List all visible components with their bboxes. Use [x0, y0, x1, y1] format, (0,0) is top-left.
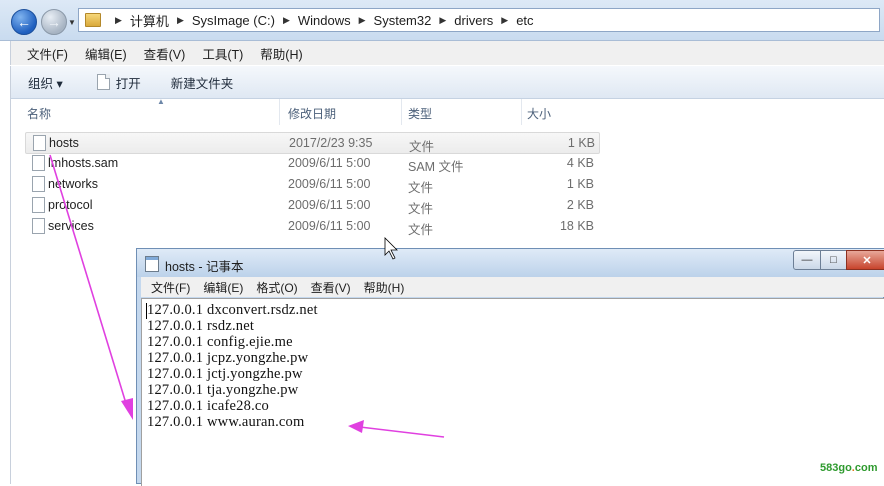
- file-name: lmhosts.sam: [48, 156, 119, 170]
- notepad-menu-help[interactable]: 帮助(H): [364, 279, 405, 296]
- minimize-icon: —: [801, 254, 813, 266]
- file-size: 4 KB: [566, 156, 594, 170]
- folder-icon: [85, 13, 101, 27]
- watermark-suffix: com: [854, 462, 878, 474]
- hosts-line: 127.0.0.1 config.ejie.me: [147, 334, 293, 350]
- menu-help[interactable]: 帮助(H): [260, 44, 302, 63]
- notepad-menu-file[interactable]: 文件(F): [151, 279, 190, 296]
- column-name[interactable]: 名称: [27, 105, 51, 122]
- hosts-line: 127.0.0.1 www.auran.com: [147, 414, 305, 430]
- address-box[interactable]: ▶ 计算机 ▶ SysImage (C:) ▶ Windows ▶ System…: [78, 8, 880, 32]
- chevron-right-icon[interactable]: ▶: [359, 15, 366, 26]
- new-folder-button[interactable]: 新建文件夹: [171, 73, 234, 92]
- text-editor-area[interactable]: 127.0.0.1 dxconvert.rsdz.net 127.0.0.1 r…: [141, 298, 884, 486]
- watermark: 583go.com: [820, 462, 877, 474]
- menu-view[interactable]: 查看(V): [144, 44, 186, 63]
- file-row-hosts[interactable]: hosts 2017/2/23 9:35 文件 1 KB: [25, 132, 600, 154]
- file-icon: [32, 176, 45, 192]
- breadcrumb-windows[interactable]: Windows: [298, 13, 351, 28]
- file-name: networks: [48, 177, 99, 191]
- breadcrumb-drive[interactable]: SysImage (C:): [192, 13, 275, 28]
- hosts-line: 127.0.0.1 icafe28.co: [147, 398, 269, 414]
- column-modified[interactable]: 修改日期: [288, 105, 336, 122]
- column-size[interactable]: 大小: [527, 105, 551, 122]
- open-button-label: 打开: [115, 76, 141, 91]
- menu-file[interactable]: 文件(F): [27, 44, 68, 63]
- chevron-right-icon[interactable]: ▶: [115, 15, 122, 26]
- file-size: 1 KB: [567, 136, 595, 150]
- file-icon: [32, 155, 45, 171]
- file-modified: 2009/6/11 5:00: [288, 198, 371, 212]
- file-row-services[interactable]: services 2009/6/11 5:00 文件 18 KB: [25, 216, 598, 237]
- file-type: 文件: [408, 223, 434, 237]
- hosts-line: 127.0.0.1 jcpz.yongzhe.pw: [147, 350, 309, 366]
- file-size: 2 KB: [566, 198, 594, 212]
- column-divider[interactable]: [279, 99, 280, 125]
- file-type: 文件: [408, 181, 434, 195]
- file-modified: 2009/6/11 5:00: [288, 219, 371, 233]
- file-icon: [32, 197, 45, 213]
- file-icon: [96, 74, 110, 90]
- forward-button[interactable]: →: [41, 9, 67, 35]
- breadcrumb-drivers[interactable]: drivers: [454, 13, 493, 28]
- menu-edit[interactable]: 编辑(E): [85, 44, 127, 63]
- watermark-prefix: 583go: [820, 462, 852, 474]
- file-name: protocol: [48, 198, 93, 212]
- minimize-button[interactable]: —: [793, 250, 821, 270]
- notepad-window: hosts - 记事本 — □ ✕ 文件(F) 编辑(E) 格式(O) 查看(V…: [136, 248, 884, 486]
- chevron-right-icon[interactable]: ▶: [439, 15, 446, 26]
- window-title: hosts - 记事本: [165, 260, 244, 274]
- chevron-right-icon[interactable]: ▶: [283, 15, 290, 26]
- notepad-titlebar[interactable]: hosts - 记事本 — □ ✕: [137, 249, 884, 277]
- breadcrumb-etc[interactable]: etc: [516, 13, 533, 28]
- column-divider[interactable]: [521, 99, 522, 125]
- organize-button[interactable]: 组织 ▾: [28, 73, 63, 92]
- file-row-protocol[interactable]: protocol 2009/6/11 5:00 文件 2 KB: [25, 195, 598, 216]
- close-button[interactable]: ✕: [846, 250, 884, 270]
- maximize-button[interactable]: □: [820, 250, 847, 270]
- file-icon: [33, 135, 46, 151]
- chevron-right-icon[interactable]: ▶: [501, 15, 508, 26]
- file-name: services: [48, 219, 94, 233]
- hosts-line: 127.0.0.1 dxconvert.rsdz.net: [147, 302, 318, 318]
- explorer-toolbar: 组织 ▾ 打开 新建文件夹: [10, 66, 884, 99]
- breadcrumb-computer[interactable]: 计算机: [130, 11, 169, 30]
- file-row-networks[interactable]: networks 2009/6/11 5:00 文件 1 KB: [25, 174, 598, 195]
- file-modified: 2009/6/11 5:00: [288, 177, 371, 191]
- chevron-right-icon[interactable]: ▶: [177, 15, 184, 26]
- maximize-icon: □: [830, 254, 837, 266]
- file-type: 文件: [408, 202, 434, 216]
- open-button[interactable]: 打开: [96, 73, 141, 92]
- column-divider[interactable]: [401, 99, 402, 125]
- address-bar-area: ← → ▼ ▶ 计算机 ▶ SysImage (C:) ▶ Windows ▶ …: [0, 0, 884, 41]
- hosts-line: 127.0.0.1 rsdz.net: [147, 318, 255, 334]
- menu-tools[interactable]: 工具(T): [202, 44, 243, 63]
- recent-pages-dropdown-icon[interactable]: ▼: [68, 18, 76, 27]
- file-row-lmhosts[interactable]: lmhosts.sam 2009/6/11 5:00 SAM 文件 4 KB: [25, 153, 598, 174]
- column-headers: ▲ 名称 修改日期 类型 大小: [10, 97, 884, 125]
- column-type[interactable]: 类型: [408, 105, 432, 122]
- back-button[interactable]: ←: [11, 9, 37, 35]
- notepad-menubar: 文件(F) 编辑(E) 格式(O) 查看(V) 帮助(H): [141, 277, 884, 297]
- file-modified: 2017/2/23 9:35: [289, 136, 373, 150]
- notepad-menu-edit[interactable]: 编辑(E): [203, 279, 243, 296]
- sort-ascending-icon: ▲: [157, 97, 165, 106]
- hosts-line: 127.0.0.1 jctj.yongzhe.pw: [147, 366, 303, 382]
- arrow-right-icon: →: [47, 14, 61, 30]
- notepad-icon: [145, 256, 159, 272]
- file-icon: [32, 218, 45, 234]
- file-size: 1 KB: [566, 177, 594, 191]
- file-size: 18 KB: [559, 219, 594, 233]
- file-name: hosts: [49, 136, 79, 150]
- explorer-menubar: 文件(F) 编辑(E) 查看(V) 工具(T) 帮助(H): [10, 41, 884, 65]
- file-type: SAM 文件: [408, 160, 464, 174]
- hosts-line: 127.0.0.1 tja.yongzhe.pw: [147, 382, 299, 398]
- arrow-left-icon: ←: [17, 14, 31, 30]
- file-modified: 2009/6/11 5:00: [288, 156, 371, 170]
- close-icon: ✕: [862, 254, 872, 267]
- notepad-menu-format[interactable]: 格式(O): [256, 279, 297, 296]
- notepad-menu-view[interactable]: 查看(V): [311, 279, 351, 296]
- breadcrumb-system32[interactable]: System32: [374, 13, 432, 28]
